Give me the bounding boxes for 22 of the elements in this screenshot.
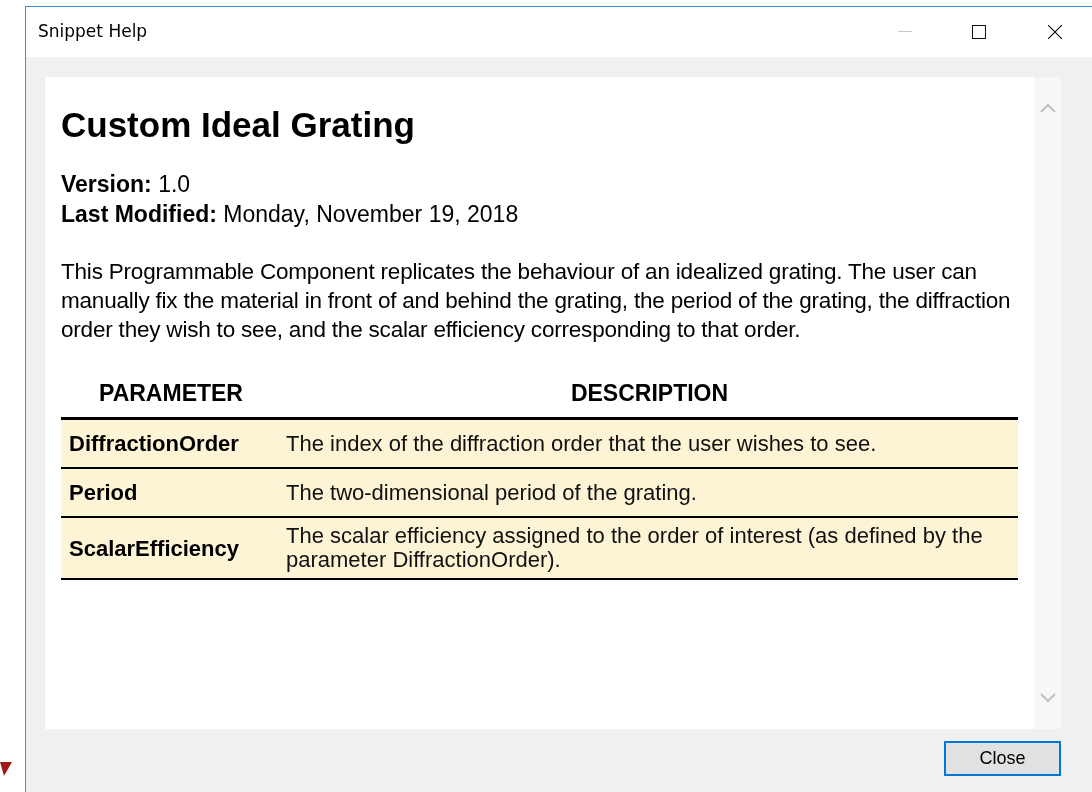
table-cell-text: ScalarEfficiency (68, 534, 240, 563)
column-header: DESCRIPTION (569, 379, 730, 409)
table-cell-text: Period (68, 479, 139, 507)
close-button[interactable]: Close (944, 741, 1061, 776)
maximize-icon[interactable] (972, 25, 986, 39)
column-header: PARAMETER (98, 379, 244, 409)
meta-value: 1.0 (158, 171, 191, 197)
scroll-down-icon[interactable] (1039, 693, 1056, 703)
meta-value: Monday, November 19, 2018 (223, 201, 519, 227)
minimize-icon[interactable] (898, 31, 912, 33)
doc-title: Custom Ideal Grating (61, 104, 416, 146)
table-cell-text: DiffractionOrder (68, 430, 240, 458)
close-icon[interactable] (1048, 25, 1062, 39)
window-title: Snippet Help (38, 20, 148, 44)
description: This Programmable Component replicates the behaviour of an idealized grating. The user can manually fix the material in front of and behind the grating, the period of the grating, the diffraction order they wish to see, and the scalar efficiency corresponding to that order. (61, 258, 1012, 344)
pointer-icon (0, 762, 12, 776)
table-cell-text: The index of the diffraction order that the user wishes to see. (286, 429, 878, 458)
table-cell-text: The scalar efficiency assigned to the order of interest (as defined by the parameter DiffractionOrder). (286, 522, 984, 574)
table-cell-text: The two-dimensional period of the grating. (286, 478, 698, 507)
meta-label: Last Modified: (61, 201, 217, 227)
meta-label: Version: (61, 171, 152, 197)
scroll-up-icon[interactable] (1039, 103, 1056, 113)
